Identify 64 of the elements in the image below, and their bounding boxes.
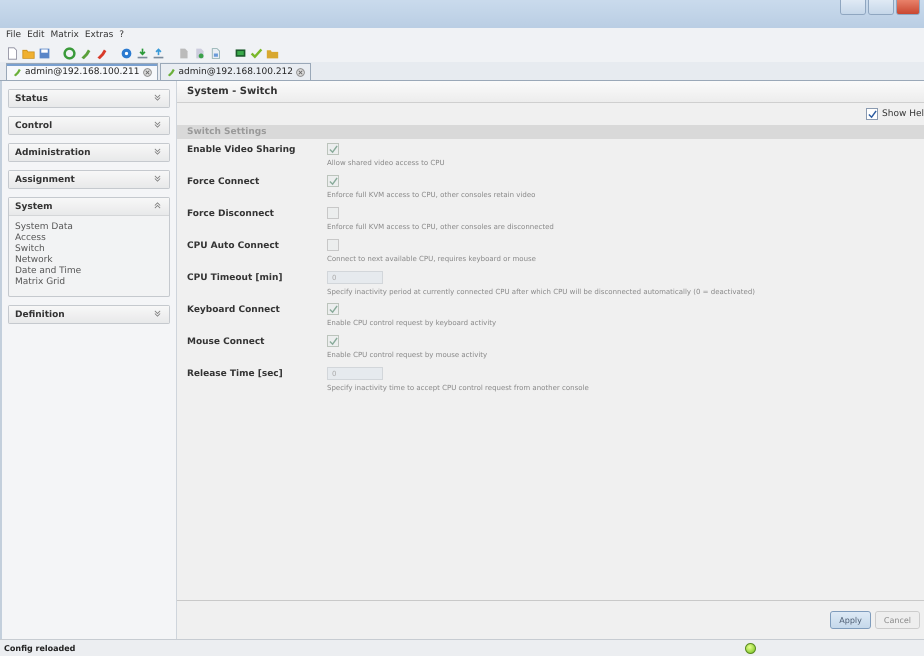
panel-header[interactable]: Administration xyxy=(9,144,169,161)
help-checkbox[interactable] xyxy=(866,108,878,120)
panel-header[interactable]: Status xyxy=(9,90,169,107)
checkbox[interactable] xyxy=(327,143,339,155)
apply-button[interactable]: Apply xyxy=(830,611,871,629)
checkmark-icon xyxy=(328,144,338,154)
sidebar-item[interactable]: Access xyxy=(15,233,163,244)
maximize-button[interactable] xyxy=(868,0,894,15)
checkbox[interactable] xyxy=(327,335,339,347)
panel-title: Definition xyxy=(15,310,65,320)
close-icon[interactable] xyxy=(142,68,152,76)
panel-header[interactable]: Assignment xyxy=(9,171,169,188)
checkmark-icon xyxy=(868,110,877,118)
checkmark-icon xyxy=(328,336,338,346)
checkbox[interactable] xyxy=(327,239,339,251)
close-button[interactable] xyxy=(896,0,920,15)
setting-label: Release Time [sec] xyxy=(187,368,284,381)
panel-title: System xyxy=(15,202,52,212)
tab[interactable]: admin@192.168.100.212 xyxy=(160,63,311,80)
close-icon[interactable] xyxy=(296,68,305,76)
image-file-icon[interactable] xyxy=(209,46,222,60)
panel-title: Assignment xyxy=(15,174,75,184)
menu-item[interactable]: Matrix xyxy=(50,30,79,44)
menu-item[interactable]: Extras xyxy=(84,30,114,44)
panel-title: Status xyxy=(15,94,48,104)
sidebar-item[interactable]: System Data xyxy=(15,222,163,233)
monitor-icon[interactable] xyxy=(234,46,247,60)
setting-label: Force Connect xyxy=(187,176,260,189)
setting-label: Mouse Connect xyxy=(187,336,266,349)
setting-label: CPU Auto Connect xyxy=(187,240,280,253)
setting-label: CPU Timeout [min] xyxy=(187,272,284,285)
panel-header[interactable]: System xyxy=(9,198,169,215)
setting-label: Force Disconnect xyxy=(187,208,275,221)
checkbox[interactable] xyxy=(327,207,339,219)
menu-item[interactable]: ? xyxy=(119,30,124,44)
setting-label: Keyboard Connect xyxy=(187,304,281,317)
upload-icon[interactable] xyxy=(152,46,165,60)
panel-header[interactable]: Definition xyxy=(9,306,169,323)
save-icon[interactable] xyxy=(38,46,51,60)
checkmark-icon[interactable] xyxy=(250,46,263,60)
status-message: Config reloaded xyxy=(4,644,76,652)
setting-label: Enable Video Sharing xyxy=(187,144,296,157)
sidebar-item[interactable]: Matrix Grid xyxy=(15,277,163,288)
sidebar-item[interactable]: Date and Time xyxy=(15,266,163,277)
section-header: Switch Settings xyxy=(177,125,924,139)
checkmark-icon xyxy=(328,176,338,186)
checkbox[interactable] xyxy=(327,175,339,187)
menu-item[interactable]: File xyxy=(6,30,22,44)
page-title: System - Switch xyxy=(177,81,924,103)
sidebar-item[interactable]: Network xyxy=(15,255,163,266)
tab-label: admin@192.168.100.211 xyxy=(25,67,140,77)
document-icon[interactable] xyxy=(6,46,19,60)
panel-title: Control xyxy=(15,120,52,130)
checkbox[interactable] xyxy=(327,303,339,315)
panel-title: Administration xyxy=(15,148,91,158)
panel-header[interactable]: Control xyxy=(9,117,169,134)
tab-label: admin@192.168.100.212 xyxy=(178,67,293,77)
menu-item[interactable]: Edit xyxy=(27,30,44,44)
download-icon[interactable] xyxy=(136,46,149,60)
checkmark-icon xyxy=(328,304,338,314)
tab[interactable]: admin@192.168.100.211 xyxy=(6,63,158,80)
sidebar-item[interactable]: Switch xyxy=(15,244,163,255)
help-label: Show Hel xyxy=(882,109,924,119)
minimize-button[interactable] xyxy=(840,0,866,15)
